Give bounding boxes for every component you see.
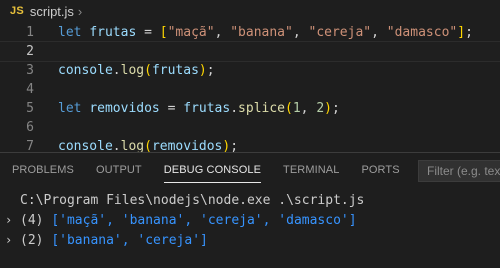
code-line: 6 xyxy=(0,118,500,137)
code-line: 5 let removidos = frutas.splice(1, 2); xyxy=(0,99,500,118)
code-text: console.log(frutas); xyxy=(58,63,215,78)
code-text: let removidos = frutas.splice(1, 2); xyxy=(58,101,340,116)
expand-chevron-icon[interactable]: › xyxy=(5,233,12,247)
console-output-text: (2) ['banana', 'cereja'] xyxy=(20,232,208,248)
code-text: let frutas = ["maçã", "banana", "cereja"… xyxy=(58,25,473,40)
line-number: 7 xyxy=(26,139,34,152)
code-line: 7 console.log(removidos); xyxy=(0,137,500,152)
console-command: C:\Program Files\nodejs\node.exe .\scrip… xyxy=(20,192,365,208)
line-number: 4 xyxy=(26,82,34,97)
line-number: 3 xyxy=(26,63,34,78)
console-command-line: C:\Program Files\nodejs\node.exe .\scrip… xyxy=(0,190,500,210)
console-output-row[interactable]: › (2) ['banana', 'cereja'] xyxy=(0,230,500,250)
javascript-file-icon: JS xyxy=(10,5,24,17)
line-number: 2 xyxy=(26,44,34,59)
breadcrumb: JS script.js › xyxy=(0,0,500,22)
expand-chevron-icon[interactable]: › xyxy=(5,213,12,227)
bottom-panel: PROBLEMS OUTPUT DEBUG CONSOLE TERMINAL P… xyxy=(0,152,500,268)
code-line-current: 2 xyxy=(0,41,500,62)
code-line: 3 console.log(frutas); xyxy=(0,61,500,80)
code-text: console.log(removidos); xyxy=(58,139,239,152)
filter-input[interactable] xyxy=(418,160,500,182)
line-number: 5 xyxy=(26,101,34,116)
code-editor[interactable]: 1 let frutas = ["maçã", "banana", "cerej… xyxy=(0,22,500,152)
breadcrumb-file[interactable]: script.js xyxy=(30,4,74,19)
code-line: 4 xyxy=(0,80,500,99)
console-output-text: (4) ['maçã', 'banana', 'cereja', 'damasc… xyxy=(20,212,357,228)
console-output-row[interactable]: › (4) ['maçã', 'banana', 'cereja', 'dama… xyxy=(0,210,500,230)
tab-debug-console[interactable]: DEBUG CONSOLE xyxy=(163,153,262,187)
chevron-right-icon: › xyxy=(77,3,83,19)
tab-output[interactable]: OUTPUT xyxy=(96,153,142,187)
tab-problems[interactable]: PROBLEMS xyxy=(12,153,74,187)
code-line: 1 let frutas = ["maçã", "banana", "cerej… xyxy=(0,23,500,42)
line-number: 6 xyxy=(26,120,34,135)
tab-ports[interactable]: PORTS xyxy=(361,153,399,187)
tab-terminal[interactable]: TERMINAL xyxy=(283,153,339,187)
line-number: 1 xyxy=(26,25,34,40)
panel-tabs: PROBLEMS OUTPUT DEBUG CONSOLE TERMINAL P… xyxy=(0,153,410,187)
